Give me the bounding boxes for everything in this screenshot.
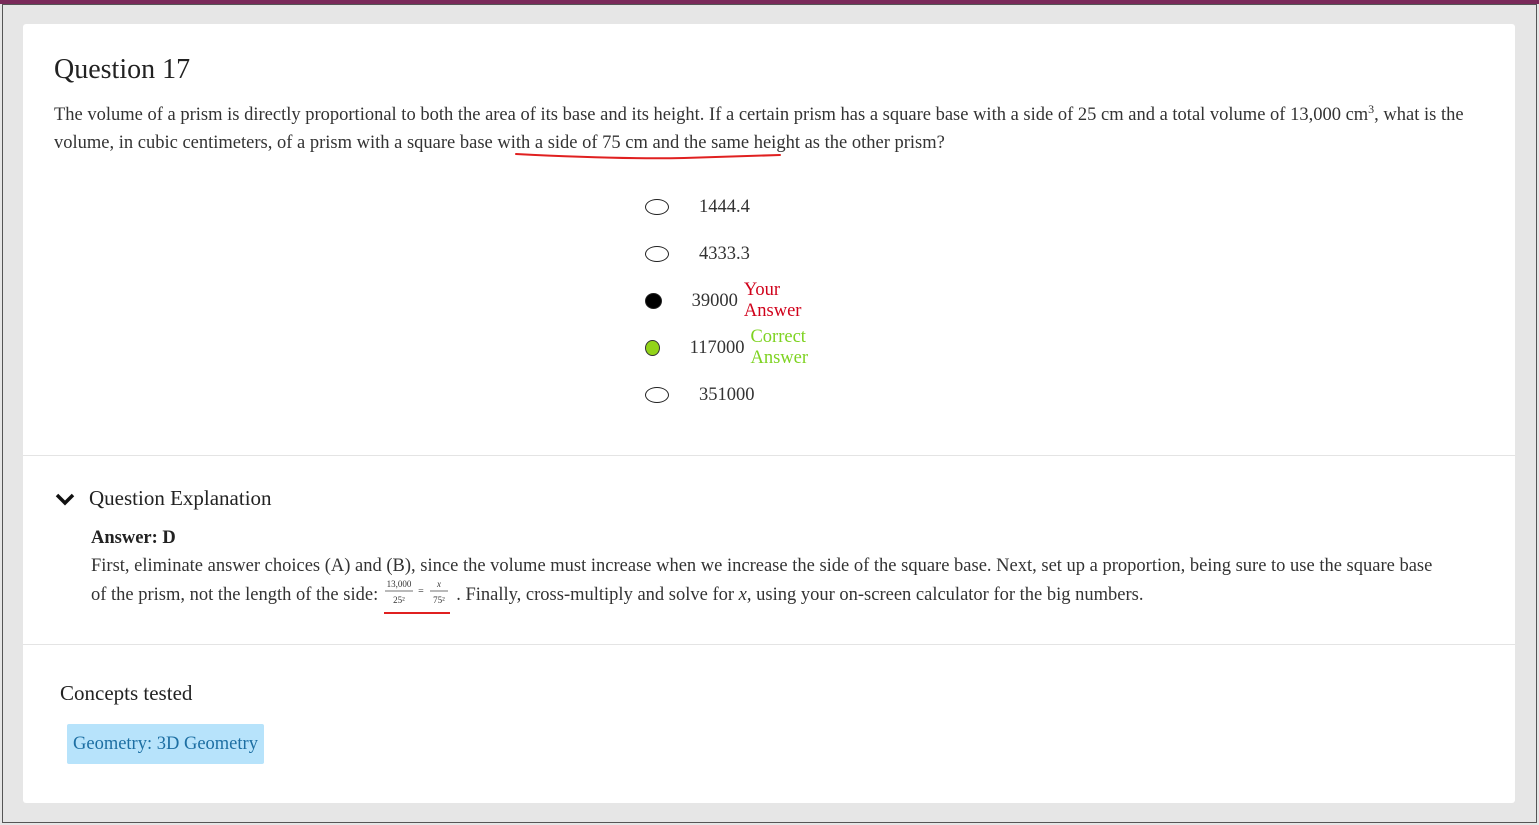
annotation-underline bbox=[515, 153, 781, 160]
choice-a[interactable]: 1444.4 bbox=[645, 192, 750, 222]
concepts-title: Concepts tested bbox=[60, 681, 193, 705]
radio-button[interactable] bbox=[645, 387, 669, 403]
choice-b[interactable]: 4333.3 bbox=[645, 239, 750, 269]
question-card: Question 17 The volume of a prism is dir… bbox=[23, 24, 1515, 803]
radio-button-selected[interactable] bbox=[645, 293, 662, 309]
formula-numerator-2: x bbox=[436, 579, 441, 589]
explanation-body: Answer: D First, eliminate answer choice… bbox=[91, 526, 1451, 614]
explanation-text-part2: . Finally, cross-multiply and solve for bbox=[456, 585, 739, 605]
choice-label: 39000 bbox=[691, 290, 738, 311]
explanation-text: First, eliminate answer choices (A) and … bbox=[91, 552, 1451, 614]
choice-e[interactable]: 351000 bbox=[645, 380, 755, 410]
radio-button[interactable] bbox=[645, 246, 669, 262]
explanation-text-part3: , using your on-screen calculator for th… bbox=[746, 585, 1144, 605]
section-divider bbox=[23, 455, 1515, 456]
choice-d[interactable]: 117000 Correct Answer bbox=[645, 327, 817, 368]
question-text: The volume of a prism is directly propor… bbox=[54, 101, 1474, 157]
choice-c[interactable]: 39000 Your Answer bbox=[645, 280, 809, 321]
formula-numerator-1: 13,000 bbox=[387, 579, 412, 589]
explanation-variable: x bbox=[738, 585, 747, 605]
formula-denominator-1: 25² bbox=[393, 595, 405, 605]
concept-tag[interactable]: Geometry: 3D Geometry bbox=[67, 724, 264, 764]
explanation-toggle[interactable]: Question Explanation bbox=[55, 486, 272, 511]
choice-label: 117000 bbox=[689, 337, 745, 358]
proportion-formula: 13,000 25² = x 75² bbox=[382, 579, 452, 614]
radio-button[interactable] bbox=[645, 199, 669, 215]
section-divider bbox=[23, 644, 1515, 645]
correct-answer-label: Correct Answer bbox=[750, 327, 808, 368]
chevron-down-icon bbox=[55, 493, 75, 505]
explanation-title: Question Explanation bbox=[89, 486, 272, 510]
choice-label: 4333.3 bbox=[699, 243, 750, 264]
radio-button-correct[interactable] bbox=[645, 340, 660, 356]
svg-text:=: = bbox=[418, 586, 424, 597]
question-title: Question 17 bbox=[54, 54, 191, 85]
choice-label: 351000 bbox=[699, 384, 755, 405]
answer-label: Answer: D bbox=[91, 528, 176, 548]
your-answer-label: Your Answer bbox=[743, 280, 802, 321]
choice-label: 1444.4 bbox=[699, 196, 750, 217]
formula-denominator-2: 75² bbox=[433, 595, 445, 605]
question-text-part1: The volume of a prism is directly propor… bbox=[54, 105, 1369, 125]
